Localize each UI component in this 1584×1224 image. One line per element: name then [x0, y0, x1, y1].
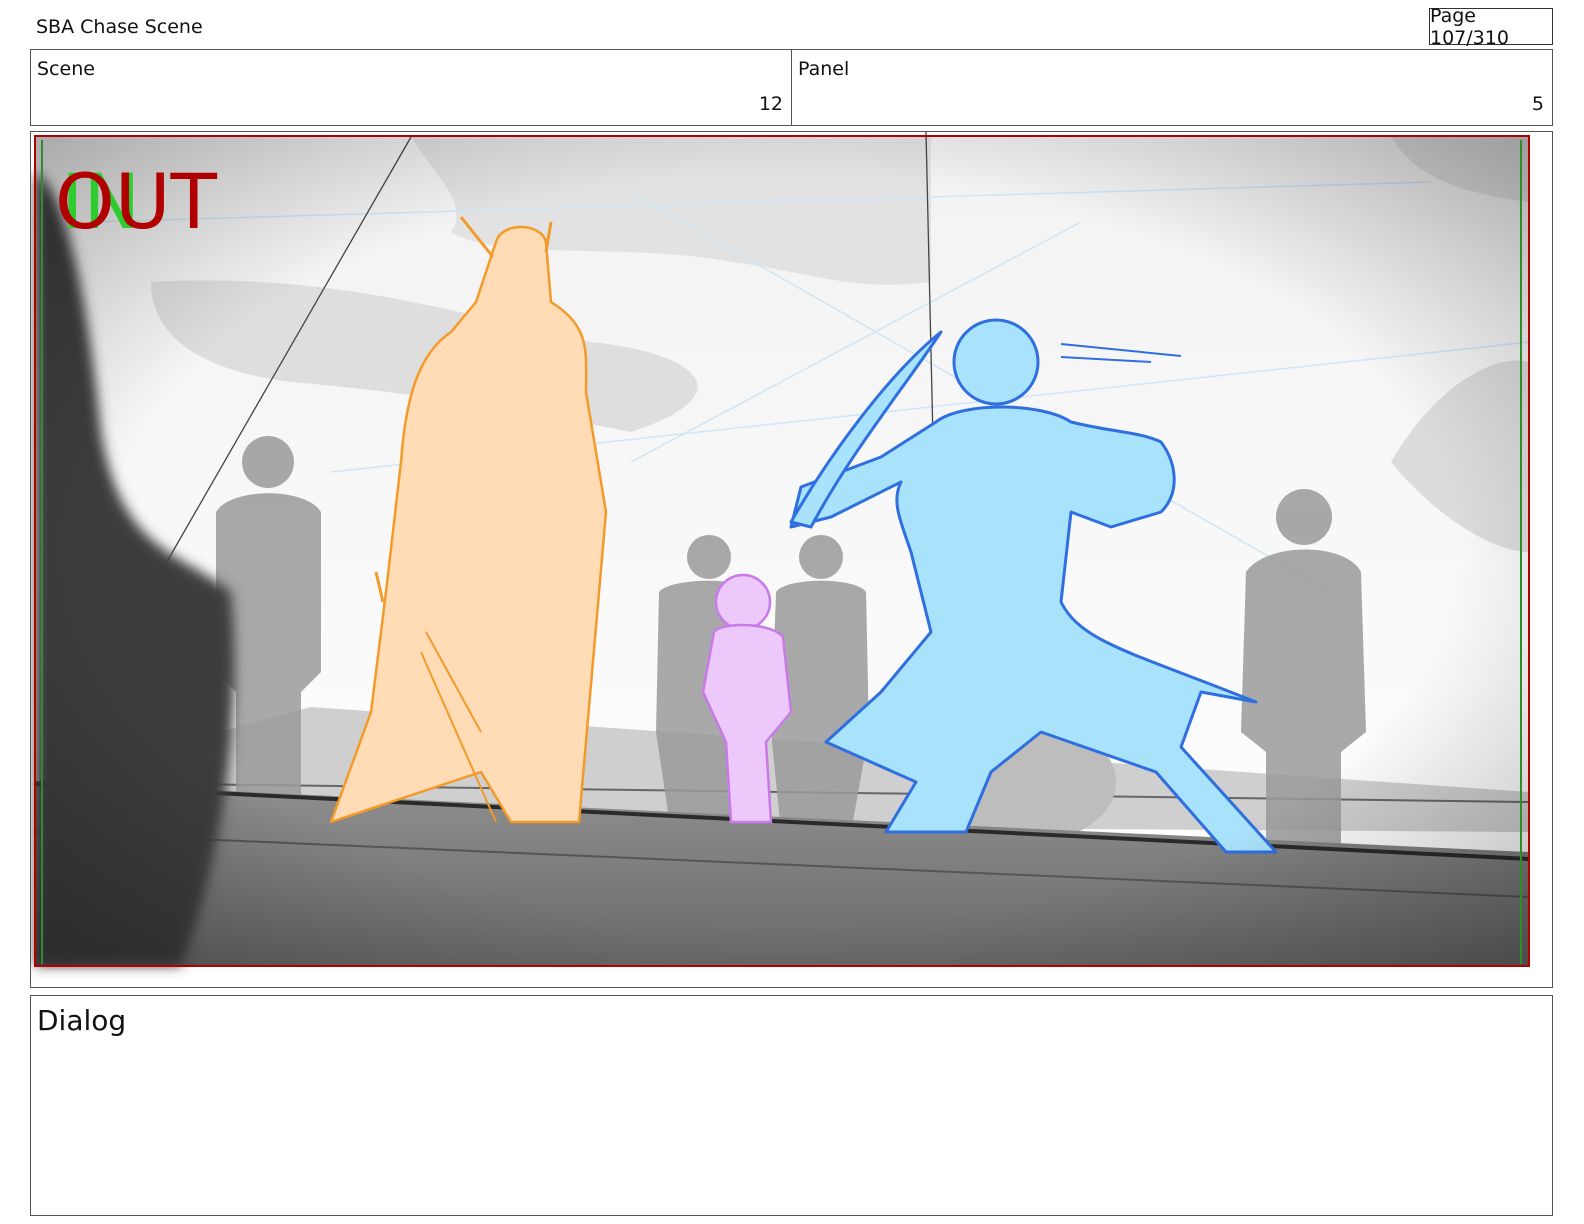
- document-title: SBA Chase Scene: [36, 16, 203, 38]
- panel-cell: Panel 5: [791, 50, 1552, 125]
- scene-cell: Scene 12: [31, 50, 791, 125]
- dialog-label: Dialog: [37, 1004, 127, 1037]
- page-number: Page 107/310: [1429, 5, 1553, 49]
- storyboard-sketch: IN OUT: [34, 132, 1530, 967]
- dialog-box: Dialog: [30, 995, 1553, 1216]
- vignette: [35, 136, 1529, 966]
- panel-number: 5: [1531, 93, 1544, 115]
- scene-panel-info: Scene 12 Panel 5: [30, 49, 1553, 126]
- storyboard-panel: IN OUT: [30, 131, 1553, 988]
- out-marker: OUT: [55, 157, 217, 246]
- panel-label: Panel: [798, 58, 850, 80]
- scene-number: 12: [758, 93, 783, 115]
- scene-label: Scene: [37, 58, 95, 80]
